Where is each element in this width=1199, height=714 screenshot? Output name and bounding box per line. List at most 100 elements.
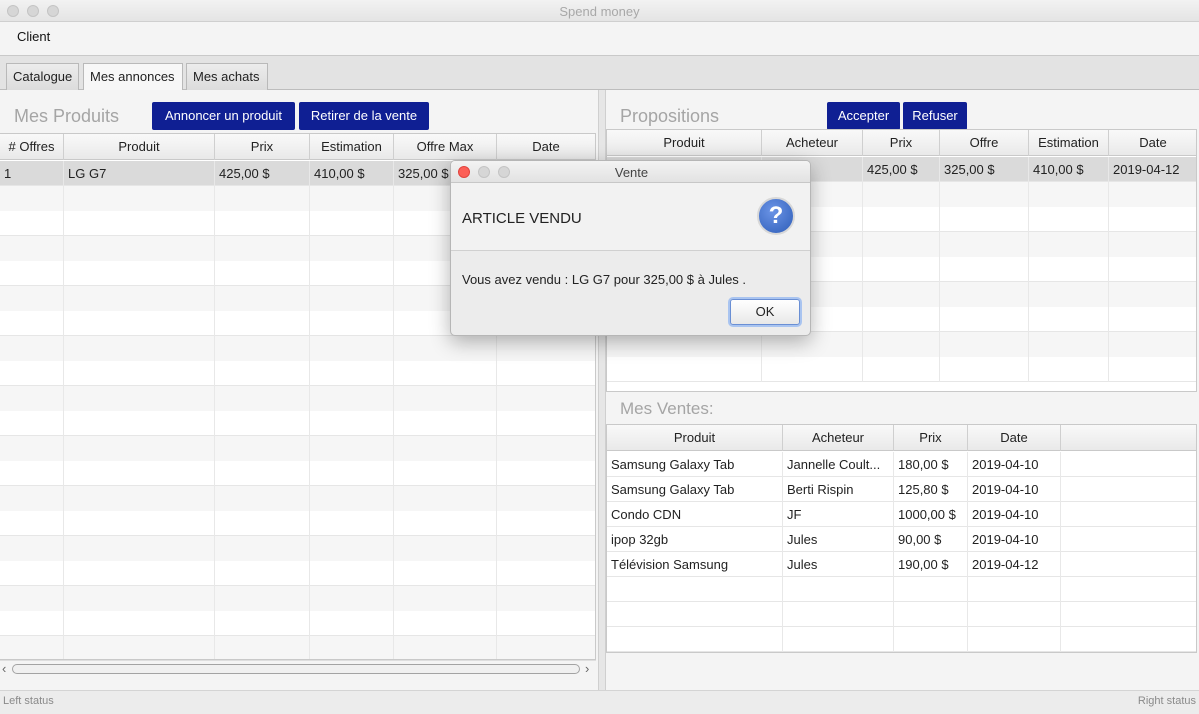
empty-cell [940,332,1029,357]
column-header-date[interactable]: Date [1109,130,1196,156]
empty-cell [310,586,394,611]
empty-cell [215,436,310,461]
table-row [0,486,595,511]
empty-cell [0,336,64,361]
empty-cell [394,461,497,486]
cell-date: 2019-04-12 [968,552,1061,577]
cell-prix: 1000,00 $ [894,502,968,527]
scroll-left-icon[interactable]: ‹ [2,661,6,677]
empty-cell [1029,232,1109,257]
menu-client[interactable]: Client [17,29,50,44]
empty-cell [310,461,394,486]
empty-cell [215,536,310,561]
empty-cell [394,611,497,636]
column-header-prix[interactable]: Prix [215,134,310,160]
empty-cell [1029,332,1109,357]
table-row[interactable]: Samsung Galaxy Tab Jannelle Coult... 180,0… [607,452,1196,477]
window-title: Spend money [559,4,640,19]
column-header-prix[interactable]: Prix [863,130,940,156]
empty-cell [1029,307,1109,332]
empty-cell [968,627,1061,652]
table-row [0,386,595,411]
tab-catalogue[interactable]: Catalogue [6,63,79,90]
empty-cell [215,461,310,486]
empty-cell [783,602,894,627]
empty-cell [394,511,497,536]
cell-acheteur: Jules [783,527,894,552]
empty-cell [497,336,595,361]
empty-cell [310,311,394,336]
empty-cell [0,536,64,561]
window-titlebar: Spend money [0,0,1199,22]
empty-cell [215,411,310,436]
empty-cell [1061,577,1196,602]
empty-cell [0,236,64,261]
products-horizontal-scrollbar[interactable]: ‹ › [0,660,596,676]
empty-cell [64,536,215,561]
empty-cell [215,611,310,636]
tab-mes-annonces[interactable]: Mes annonces [83,63,183,91]
refuse-button[interactable]: Refuser [903,102,967,130]
empty-cell [497,536,595,561]
empty-cell [1109,257,1196,282]
empty-cell [215,186,310,211]
empty-cell [394,486,497,511]
scroll-right-icon[interactable]: › [585,661,589,677]
table-row[interactable]: Condo CDN JF 1000,00 $2019-04-10 [607,502,1196,527]
dialog-header: ARTICLE VENDU ? [451,183,810,251]
column-header-acheteur[interactable]: Acheteur [783,425,894,451]
column-header-date[interactable]: Date [497,134,595,160]
column-header-offres[interactable]: # Offres [0,134,64,160]
table-row[interactable]: Samsung Galaxy Tab Berti Rispin 125,80 $20… [607,477,1196,502]
cell-prix: 180,00 $ [894,452,968,477]
empty-cell [497,611,595,636]
remove-from-sale-button[interactable]: Retirer de la vente [299,102,429,130]
table-row[interactable]: Télévision Samsung Jules 190,00 $2019-04-1… [607,552,1196,577]
table-row [0,636,595,659]
table-row[interactable]: ipop 32gb Jules 90,00 $2019-04-10 [607,527,1196,552]
column-header-produit[interactable]: Produit [607,425,783,451]
cell-date: 2019-04-10 [968,452,1061,477]
empty-cell [894,577,968,602]
empty-cell [940,307,1029,332]
column-header-date[interactable]: Date [968,425,1061,451]
column-header-prix[interactable]: Prix [894,425,968,451]
empty-cell [940,232,1029,257]
empty-cell [940,357,1029,382]
column-header-acheteur[interactable]: Acheteur [762,130,863,156]
empty-cell [863,357,940,382]
table-row [607,602,1196,627]
empty-cell [0,561,64,586]
column-header-produit[interactable]: Produit [607,130,762,156]
empty-cell [310,186,394,211]
empty-cell [497,636,595,659]
accept-button[interactable]: Accepter [827,102,900,130]
column-header-produit[interactable]: Produit [64,134,215,160]
empty-cell [310,636,394,659]
empty-cell [310,236,394,261]
column-header-offre[interactable]: Offre [940,130,1029,156]
cell-acheteur: Jules [783,552,894,577]
empty-cell [394,336,497,361]
column-header-estimation[interactable]: Estimation [1029,130,1109,156]
empty-cell [863,307,940,332]
announce-product-button[interactable]: Annoncer un produit [152,102,295,130]
tab-mes-achats[interactable]: Mes achats [186,63,268,90]
empty-cell [0,486,64,511]
ok-button[interactable]: OK [730,299,800,325]
cell-produit: Télévision Samsung [607,552,783,577]
empty-cell [1029,207,1109,232]
column-header-offre-max[interactable]: Offre Max [394,134,497,160]
scrollbar-thumb[interactable] [12,664,580,674]
cell-prix: 125,80 $ [894,477,968,502]
empty-cell [215,636,310,659]
column-header-estimation[interactable]: Estimation [310,134,394,160]
empty-cell [394,586,497,611]
empty-cell [64,461,215,486]
cell-produit: LG G7 [64,161,215,186]
table-row [0,586,595,611]
empty-cell [0,361,64,386]
empty-cell [607,577,783,602]
empty-cell [0,461,64,486]
empty-cell [64,336,215,361]
